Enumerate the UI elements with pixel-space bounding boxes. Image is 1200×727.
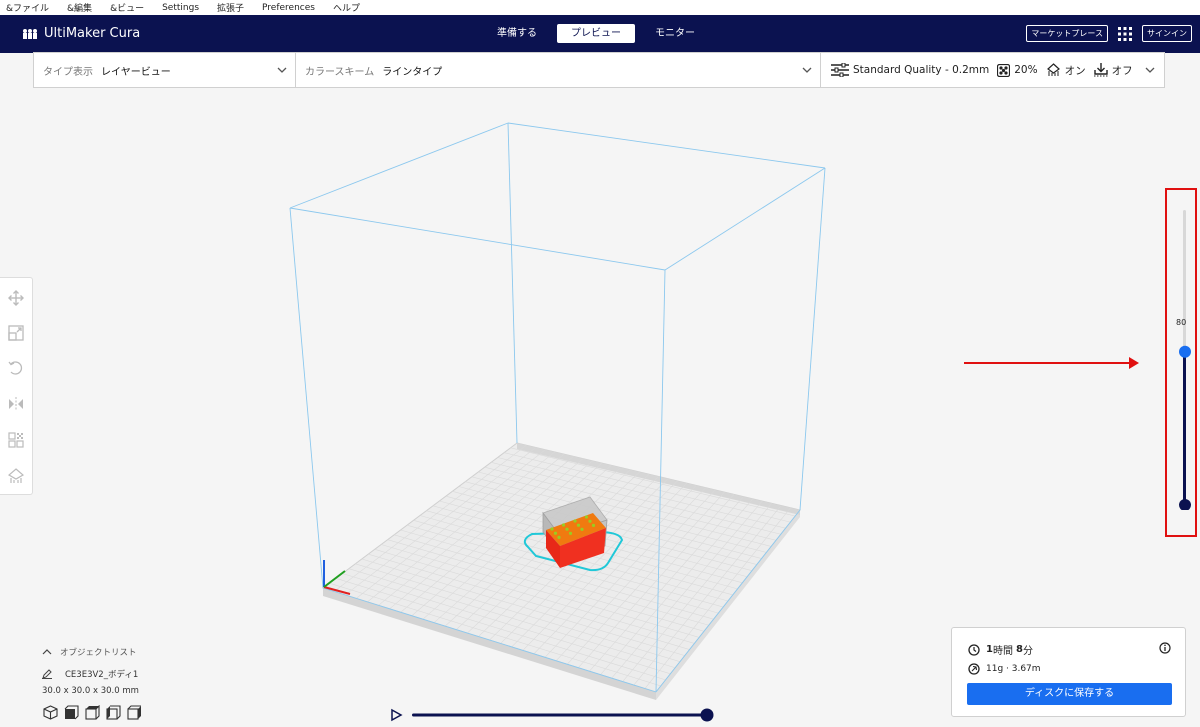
- arrow-right-icon: [964, 357, 1139, 369]
- object-row[interactable]: CE3E3V2_ボディ1: [42, 664, 139, 684]
- object-name: CE3E3V2_ボディ1: [65, 670, 139, 680]
- adhesion-setting: オフ: [1093, 63, 1133, 78]
- menu-file[interactable]: &ファイル: [6, 1, 49, 14]
- infill-value: 20%: [1014, 64, 1038, 76]
- adhesion-icon: [1093, 63, 1108, 77]
- view-3d-icon: [43, 705, 58, 720]
- support-blocker-icon[interactable]: [8, 468, 24, 484]
- simulation-track: [412, 713, 708, 717]
- print-time: 1 時間 8 分: [968, 642, 1033, 657]
- view-top-button[interactable]: [85, 704, 100, 724]
- material-usage: 11g · 3.67m: [968, 663, 1041, 675]
- color-scheme-dropdown[interactable]: カラースキーム ラインタイプ: [296, 53, 821, 87]
- highlight-box: [1165, 188, 1197, 537]
- save-to-disk-button[interactable]: ディスクに保存する: [967, 683, 1172, 705]
- view-top-icon: [85, 704, 100, 720]
- support-icon: [1046, 63, 1060, 76]
- view-type-value: レイヤービュー: [101, 66, 171, 78]
- pencil-icon[interactable]: [42, 669, 52, 679]
- scale-tool-icon[interactable]: [8, 325, 24, 341]
- simulation-handle[interactable]: [700, 708, 714, 722]
- time-minutes-unit: 分: [1022, 646, 1033, 657]
- tab-preview[interactable]: プレビュー: [557, 24, 635, 43]
- object-list-title: オブジェクトリスト: [60, 648, 137, 658]
- time-hours-unit: 時間: [992, 646, 1013, 657]
- time-minutes: 8: [1015, 644, 1023, 655]
- stage-tabs: 準備する プレビュー モニター: [483, 24, 715, 43]
- adhesion-value: オフ: [1111, 64, 1133, 77]
- signin-button[interactable]: サインイン: [1142, 25, 1192, 42]
- color-scheme-value: ラインタイプ: [382, 66, 443, 78]
- header-actions: マーケットプレース サインイン: [1026, 25, 1192, 42]
- build-volume-viewport[interactable]: [0, 88, 1160, 708]
- mirror-tool-icon[interactable]: [8, 396, 24, 412]
- info-icon[interactable]: [1159, 642, 1171, 654]
- object-list: オブジェクトリスト CE3E3V2_ボディ1 30.0 x 30.0 x 30.…: [42, 642, 139, 696]
- quality-value: Standard Quality - 0.2mm: [853, 64, 990, 76]
- play-icon[interactable]: [391, 708, 403, 722]
- view-toolbar: タイプ表示 レイヤービュー カラースキーム ラインタイプ Standard Qu…: [33, 52, 1165, 88]
- spool-icon: [968, 663, 980, 675]
- move-tool-icon[interactable]: [8, 290, 24, 306]
- view-left-button[interactable]: [106, 705, 121, 724]
- infill-setting: 20%: [997, 63, 1038, 77]
- marketplace-button[interactable]: マーケットプレース: [1026, 25, 1108, 42]
- support-setting: オン: [1046, 63, 1086, 78]
- tab-monitor[interactable]: モニター: [641, 24, 709, 43]
- view-front-button[interactable]: [64, 705, 79, 724]
- sliders-icon: [831, 63, 849, 77]
- view-front-icon: [64, 705, 79, 720]
- rotate-tool-icon[interactable]: [8, 360, 24, 376]
- ultimaker-logo-icon: [23, 28, 37, 39]
- menu-preferences[interactable]: Preferences: [262, 3, 315, 13]
- chevron-down-icon: [277, 67, 287, 73]
- object-dimensions: 30.0 x 30.0 x 30.0 mm: [42, 686, 139, 696]
- time-hours: 1: [986, 644, 993, 655]
- tab-prepare[interactable]: 準備する: [483, 24, 551, 43]
- view-type-dropdown[interactable]: タイプ表示 レイヤービュー: [34, 53, 296, 87]
- quality-setting: Standard Quality - 0.2mm: [831, 63, 989, 77]
- menu-edit[interactable]: &編集: [67, 1, 92, 14]
- chevron-down-icon: [802, 67, 812, 73]
- color-scheme-label: カラースキーム: [305, 66, 375, 78]
- build-plate: [321, 442, 801, 700]
- view-3d-button[interactable]: [43, 705, 58, 724]
- object-list-toggle[interactable]: オブジェクトリスト: [42, 642, 139, 662]
- menu-bar: &ファイル &編集 &ビュー Settings 拡張子 Preferences …: [0, 0, 1200, 15]
- app-name: UltiMaker Cura: [44, 26, 141, 41]
- apps-grid-icon[interactable]: [1118, 26, 1132, 41]
- print-info-panel: 1 時間 8 分 11g · 3.67m ディスクに保存する: [951, 627, 1186, 717]
- view-right-icon: [127, 705, 141, 720]
- menu-extensions[interactable]: 拡張子: [217, 1, 244, 14]
- app-logo: UltiMaker Cura: [22, 26, 140, 41]
- menu-help[interactable]: ヘルプ: [333, 1, 360, 14]
- app-header: UltiMaker Cura 準備する プレビュー モニター マーケットプレース…: [0, 15, 1200, 53]
- chevron-down-icon: [1145, 67, 1155, 73]
- support-value: オン: [1064, 64, 1086, 77]
- menu-settings[interactable]: Settings: [162, 3, 199, 13]
- material-value: 11g · 3.67m: [986, 664, 1041, 674]
- view-left-icon: [106, 705, 121, 720]
- view-type-label: タイプ表示: [43, 66, 93, 78]
- tool-panel: [0, 277, 33, 495]
- print-settings-dropdown[interactable]: Standard Quality - 0.2mm 20% オン オフ: [821, 53, 1164, 87]
- chevron-up-icon: [42, 649, 52, 655]
- camera-view-buttons: [43, 704, 148, 724]
- infill-icon: [997, 63, 1011, 77]
- simulation-bar: [391, 708, 714, 722]
- clock-icon: [968, 643, 980, 656]
- view-right-button[interactable]: [127, 705, 142, 724]
- menu-view[interactable]: &ビュー: [110, 1, 144, 14]
- per-model-settings-icon[interactable]: [8, 432, 24, 448]
